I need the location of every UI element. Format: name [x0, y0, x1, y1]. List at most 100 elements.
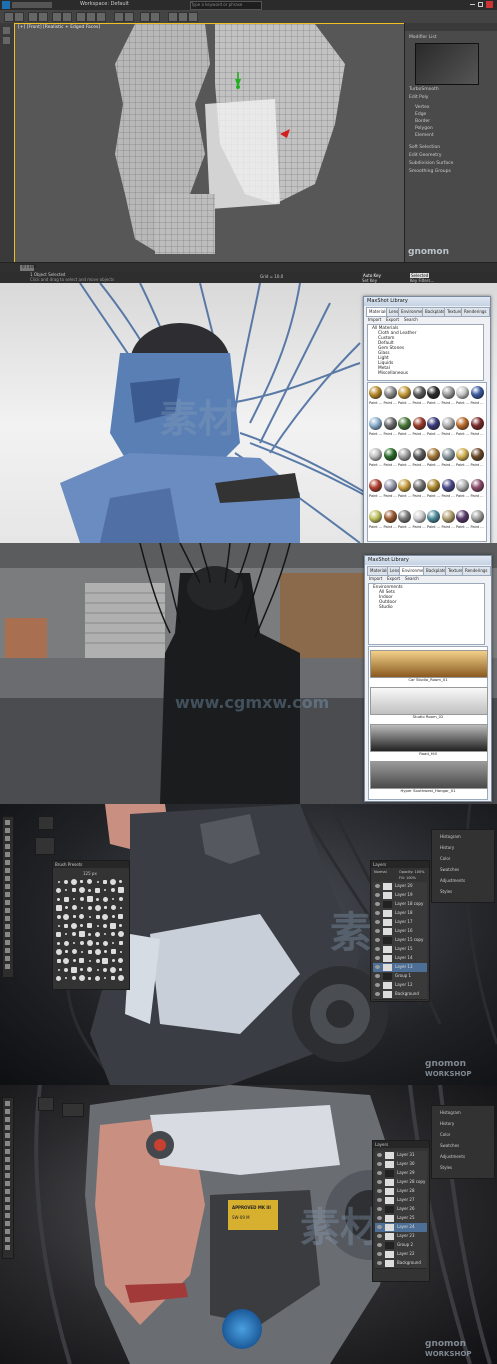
brush-preset[interactable] — [95, 975, 100, 981]
brush-preset[interactable] — [55, 904, 62, 911]
brush-preset[interactable] — [111, 959, 115, 963]
material-swatch[interactable] — [441, 510, 455, 523]
brush-preset[interactable] — [119, 880, 123, 883]
select-object-icon[interactable] — [52, 12, 62, 22]
brush-preset[interactable] — [79, 897, 84, 902]
brush-preset[interactable] — [96, 941, 99, 945]
eyedropper-icon[interactable] — [5, 860, 10, 865]
eyedropper-icon[interactable] — [5, 1141, 10, 1146]
dodge-icon[interactable] — [5, 1197, 10, 1202]
material-swatch[interactable] — [383, 386, 397, 399]
modifier-item[interactable]: Polygon — [415, 126, 433, 131]
clone-stamp-icon[interactable] — [5, 1165, 10, 1170]
rollout-header[interactable]: Edit Geometry — [409, 153, 442, 158]
tab-renderings[interactable]: Renderings — [462, 566, 491, 576]
mirror-icon[interactable] — [140, 12, 150, 22]
brush-preset[interactable] — [56, 887, 61, 893]
viewport-tool-icon[interactable] — [3, 27, 10, 34]
material-swatch[interactable] — [412, 510, 426, 523]
visibility-eye-icon[interactable] — [375, 884, 380, 888]
brush-preset[interactable] — [110, 949, 116, 955]
search-button[interactable]: Search — [405, 576, 419, 581]
crop-tool-icon[interactable] — [5, 852, 10, 857]
material-swatch[interactable] — [383, 448, 397, 461]
material-swatch[interactable] — [412, 479, 426, 492]
redo-icon[interactable] — [14, 12, 24, 22]
brush-preset[interactable] — [119, 906, 122, 909]
render-setup-icon[interactable] — [178, 12, 188, 22]
layer-row[interactable]: Background — [375, 1259, 427, 1269]
brush-preset[interactable] — [71, 949, 77, 955]
hand-tool-icon[interactable] — [5, 956, 10, 961]
snap-icon[interactable] — [114, 12, 124, 22]
dock-item[interactable]: Styles — [440, 1165, 452, 1170]
brush-preset[interactable] — [104, 889, 107, 892]
material-swatch[interactable] — [369, 510, 382, 523]
brush-preset[interactable] — [63, 913, 70, 920]
select-link-icon[interactable] — [28, 12, 38, 22]
shape-tool-icon[interactable] — [5, 1229, 10, 1234]
modifier-item[interactable]: Edit Poly — [409, 95, 428, 100]
brush-preset[interactable] — [79, 941, 84, 946]
brush-preset[interactable] — [88, 932, 92, 936]
visibility-eye-icon[interactable] — [377, 1162, 382, 1166]
visibility-eye-icon[interactable] — [377, 1180, 382, 1184]
modifier-item[interactable]: Vertex — [415, 105, 429, 110]
ps-mini-panel[interactable] — [62, 1103, 84, 1117]
material-swatch[interactable] — [398, 417, 411, 430]
rollout-header[interactable]: Smoothing Groups — [409, 169, 451, 174]
history-brush-icon[interactable] — [5, 1173, 10, 1178]
brush-preset[interactable] — [57, 880, 60, 883]
brush-preset[interactable] — [63, 940, 69, 946]
pen-tool-icon[interactable] — [5, 1205, 10, 1210]
material-swatch[interactable] — [412, 386, 426, 399]
brush-preset[interactable] — [88, 976, 92, 980]
brush-preset[interactable] — [79, 914, 85, 920]
brush-preset[interactable] — [79, 958, 85, 964]
environment-thumbnail[interactable] — [370, 724, 488, 752]
import-button[interactable]: Import — [369, 576, 382, 581]
brush-preset[interactable] — [102, 940, 108, 946]
brush-preset[interactable] — [78, 975, 85, 982]
move-tool-icon[interactable] — [5, 1101, 10, 1106]
material-swatch[interactable] — [427, 510, 440, 523]
layers-title[interactable]: Layers — [371, 861, 429, 868]
dock-item[interactable]: Color — [440, 1132, 450, 1137]
brush-preset[interactable] — [86, 896, 93, 903]
brush-tool-icon[interactable] — [5, 876, 10, 881]
brush-preset[interactable] — [87, 879, 93, 884]
search-button[interactable]: Search — [404, 317, 418, 322]
visibility-eye-icon[interactable] — [375, 911, 380, 915]
environment-thumbnail[interactable] — [370, 761, 488, 789]
visibility-eye-icon[interactable] — [377, 1207, 382, 1211]
environment-thumbnail[interactable] — [370, 687, 488, 715]
dock-item[interactable]: Adjustments — [440, 878, 465, 883]
brush-preset[interactable] — [63, 896, 69, 902]
material-swatch[interactable] — [470, 510, 484, 523]
material-swatch[interactable] — [456, 417, 469, 430]
brush-preset[interactable] — [57, 941, 60, 945]
fill-field[interactable]: Fill: 100% — [399, 876, 416, 880]
gradient-icon[interactable] — [5, 1189, 10, 1194]
lasso-tool-icon[interactable] — [5, 836, 10, 841]
brush-preset[interactable] — [118, 958, 124, 964]
brush-preset[interactable] — [96, 880, 99, 883]
visibility-eye-icon[interactable] — [375, 920, 380, 924]
material-swatch[interactable] — [441, 448, 455, 461]
visibility-eye-icon[interactable] — [377, 1225, 382, 1229]
layer-row[interactable]: Background — [373, 990, 427, 1000]
brush-preset[interactable] — [88, 959, 91, 962]
brush-panel-title[interactable]: Brush Presets — [53, 861, 129, 868]
material-swatch[interactable] — [456, 510, 469, 523]
path-select-icon[interactable] — [5, 940, 10, 945]
angle-snap-icon[interactable] — [124, 12, 134, 22]
material-swatch[interactable] — [470, 386, 484, 399]
brush-preset[interactable] — [95, 887, 100, 893]
visibility-eye-icon[interactable] — [375, 938, 380, 942]
type-tool-icon[interactable] — [5, 1213, 10, 1218]
brush-preset[interactable] — [56, 931, 61, 937]
history-brush-icon[interactable] — [5, 892, 10, 897]
dock-item[interactable]: Swatches — [440, 1143, 459, 1148]
scale-icon[interactable] — [96, 12, 106, 22]
render-icon[interactable] — [188, 12, 198, 22]
